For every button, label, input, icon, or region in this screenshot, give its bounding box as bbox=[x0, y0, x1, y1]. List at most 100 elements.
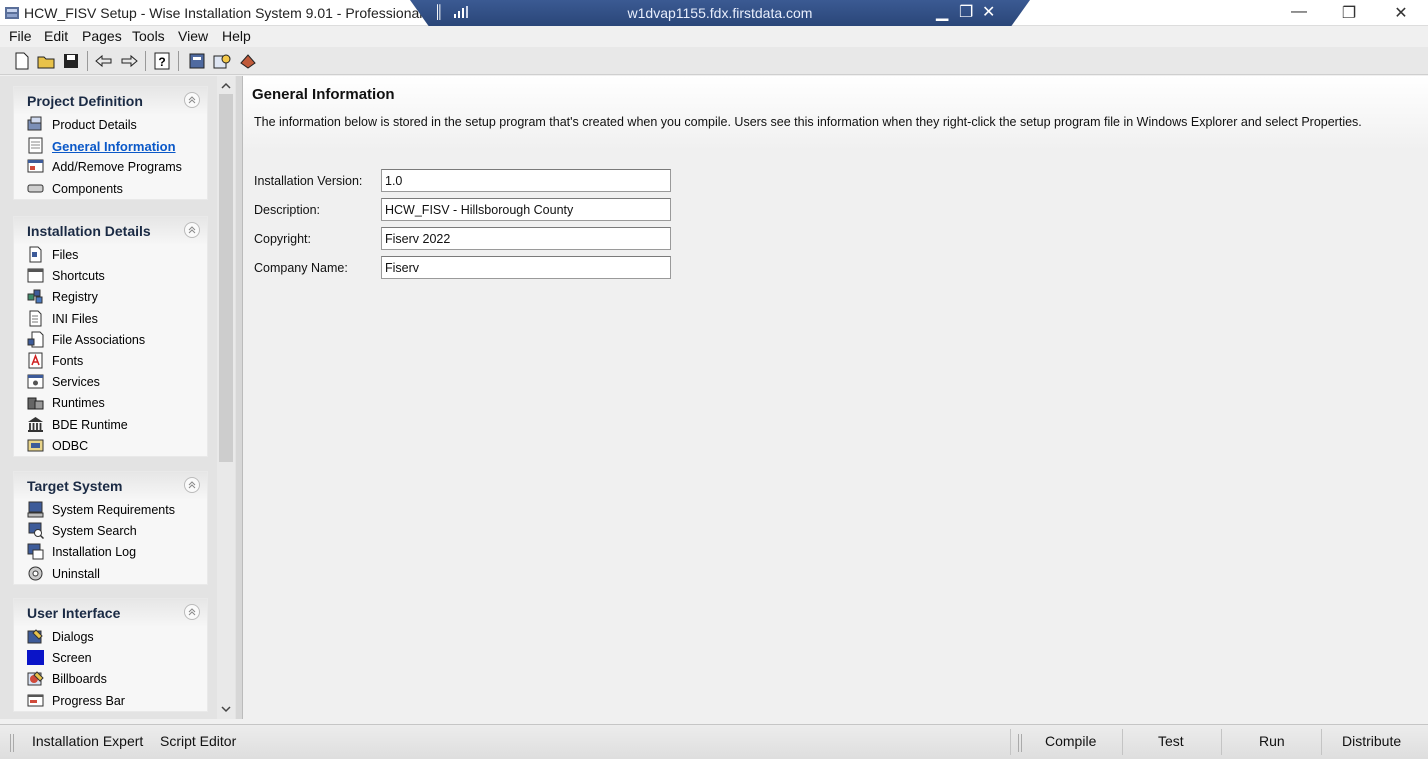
group-header[interactable]: Project Definition bbox=[14, 87, 207, 114]
sidebar-item-shortcuts[interactable]: Shortcuts bbox=[14, 265, 207, 286]
description-input[interactable] bbox=[381, 198, 671, 221]
sidebar-item-system-requirements[interactable]: System Requirements bbox=[14, 499, 207, 520]
pane-splitter[interactable] bbox=[236, 76, 243, 719]
save-icon[interactable] bbox=[61, 51, 81, 71]
menu-bar: File Edit Pages Tools View Help bbox=[0, 26, 1428, 47]
rdp-close-icon[interactable]: ✕ bbox=[982, 2, 995, 22]
close-icon[interactable]: ✕ bbox=[1386, 3, 1416, 23]
sidebar-item-add-remove-programs[interactable]: Add/Remove Programs bbox=[14, 156, 207, 177]
sidebar-item-installation-log[interactable]: Installation Log bbox=[14, 541, 207, 562]
page-description: The information below is stored in the s… bbox=[254, 115, 1362, 129]
sidebar-item-label: Progress Bar bbox=[52, 693, 125, 708]
bottom-separator bbox=[1321, 729, 1322, 755]
sidebar-item-registry[interactable]: Registry bbox=[14, 286, 207, 307]
sidebar-item-system-search[interactable]: System Search bbox=[14, 520, 207, 541]
sidebar-item-label: Dialogs bbox=[52, 630, 94, 644]
back-icon[interactable] bbox=[94, 51, 114, 71]
group-title: Target System bbox=[27, 478, 123, 494]
sidebar-item-dialogs[interactable]: Dialogs bbox=[14, 626, 207, 647]
ini-files-icon bbox=[29, 310, 42, 327]
toolbar-separator bbox=[87, 51, 88, 71]
sidebar-item-file-associations[interactable]: File Associations bbox=[14, 329, 207, 350]
company-name-input[interactable] bbox=[381, 256, 671, 279]
group-header[interactable]: Target System bbox=[14, 472, 207, 499]
restore-icon[interactable]: ❐ bbox=[1334, 3, 1364, 23]
sidebar-item-services[interactable]: Services bbox=[14, 371, 207, 392]
wise-app-icon[interactable] bbox=[3, 4, 21, 22]
group-header[interactable]: User Interface bbox=[14, 599, 207, 626]
sidebar-item-files[interactable]: Files bbox=[14, 244, 207, 265]
menu-pages[interactable]: Pages bbox=[82, 28, 122, 44]
toolbar-separator bbox=[178, 51, 179, 71]
forward-icon[interactable] bbox=[119, 51, 139, 71]
installation-version-label: Installation Version: bbox=[254, 174, 363, 188]
scrollbar-thumb[interactable] bbox=[219, 94, 233, 462]
distribute-button[interactable]: Distribute bbox=[1342, 733, 1401, 749]
run-button[interactable]: Run bbox=[1259, 733, 1285, 749]
dialogs-icon bbox=[27, 629, 43, 644]
collapse-icon[interactable] bbox=[184, 92, 200, 108]
group-installation-details: Installation Details Files Shortcuts Reg… bbox=[13, 216, 208, 457]
rdp-restore-icon[interactable]: ❐ bbox=[959, 2, 973, 22]
menu-tools[interactable]: Tools bbox=[132, 28, 165, 44]
copyright-label: Copyright: bbox=[254, 232, 311, 246]
compile-icon[interactable] bbox=[187, 51, 207, 71]
test-icon[interactable] bbox=[212, 51, 232, 71]
minimize-icon[interactable]: — bbox=[1284, 3, 1314, 23]
new-icon[interactable] bbox=[12, 51, 32, 71]
shortcuts-icon bbox=[27, 268, 44, 283]
installation-version-input[interactable] bbox=[381, 169, 671, 192]
screen-icon bbox=[27, 650, 44, 666]
menu-file[interactable]: File bbox=[9, 28, 32, 44]
product-details-icon bbox=[27, 116, 42, 131]
sidebar-item-billboards[interactable]: Billboards bbox=[14, 668, 207, 689]
scroll-down-icon[interactable] bbox=[220, 703, 232, 715]
help-icon[interactable]: ? bbox=[152, 51, 172, 71]
copyright-input[interactable] bbox=[381, 227, 671, 250]
sidebar-item-product-details[interactable]: Product Details bbox=[14, 114, 207, 135]
script-editor-button[interactable]: Script Editor bbox=[160, 733, 236, 749]
toolbar-grip[interactable] bbox=[10, 734, 14, 752]
sidebar-item-bde-runtime[interactable]: BDE Runtime bbox=[14, 414, 207, 435]
installation-expert-button[interactable]: Installation Expert bbox=[32, 733, 143, 749]
services-icon bbox=[27, 374, 44, 389]
sidebar-item-runtimes[interactable]: Runtimes bbox=[14, 392, 207, 413]
collapse-icon[interactable] bbox=[184, 477, 200, 493]
company-name-label: Company Name: bbox=[254, 261, 348, 275]
sidebar-item-label: INI Files bbox=[52, 311, 98, 326]
group-title: Project Definition bbox=[27, 93, 143, 109]
sidebar-item-label: Product Details bbox=[52, 118, 137, 132]
sidebar-item-components[interactable]: Components bbox=[14, 178, 207, 199]
page-header: General Information The information belo… bbox=[243, 76, 1428, 151]
sidebar-item-general-information[interactable]: General Information bbox=[14, 135, 207, 156]
collapse-icon[interactable] bbox=[184, 222, 200, 238]
compile-button[interactable]: Compile bbox=[1045, 733, 1096, 749]
sidebar-item-screen[interactable]: Screen bbox=[14, 647, 207, 668]
sidebar-item-ini-files[interactable]: INI Files bbox=[14, 308, 207, 329]
sidebar-scrollbar[interactable] bbox=[217, 76, 235, 719]
open-icon[interactable] bbox=[36, 51, 56, 71]
menu-view[interactable]: View bbox=[178, 28, 208, 44]
group-target-system: Target System System Requirements System… bbox=[13, 471, 208, 585]
menu-help[interactable]: Help bbox=[222, 28, 251, 44]
group-header[interactable]: Installation Details bbox=[14, 217, 207, 244]
files-icon bbox=[29, 246, 42, 263]
toolbar-grip[interactable] bbox=[1018, 734, 1022, 752]
scroll-up-icon[interactable] bbox=[220, 80, 232, 92]
sidebar: Project Definition Product Details Gener… bbox=[0, 76, 238, 719]
collapse-icon[interactable] bbox=[184, 604, 200, 620]
sidebar-item-fonts[interactable]: Fonts bbox=[14, 350, 207, 371]
run-icon[interactable] bbox=[238, 51, 258, 71]
test-button[interactable]: Test bbox=[1158, 733, 1184, 749]
menu-edit[interactable]: Edit bbox=[44, 28, 68, 44]
sidebar-item-odbc[interactable]: ODBC bbox=[14, 435, 207, 456]
components-icon bbox=[27, 184, 44, 193]
system-requirements-icon bbox=[27, 501, 44, 518]
sidebar-item-progress-bar[interactable]: Progress Bar bbox=[14, 690, 207, 711]
sidebar-item-label: ODBC bbox=[52, 438, 89, 453]
odbc-icon bbox=[27, 439, 44, 452]
group-project-definition: Project Definition Product Details Gener… bbox=[13, 86, 208, 200]
rdp-minimize-icon[interactable]: ▁ bbox=[936, 2, 948, 22]
sidebar-item-uninstall[interactable]: Uninstall bbox=[14, 563, 207, 584]
system-search-icon bbox=[28, 522, 44, 540]
